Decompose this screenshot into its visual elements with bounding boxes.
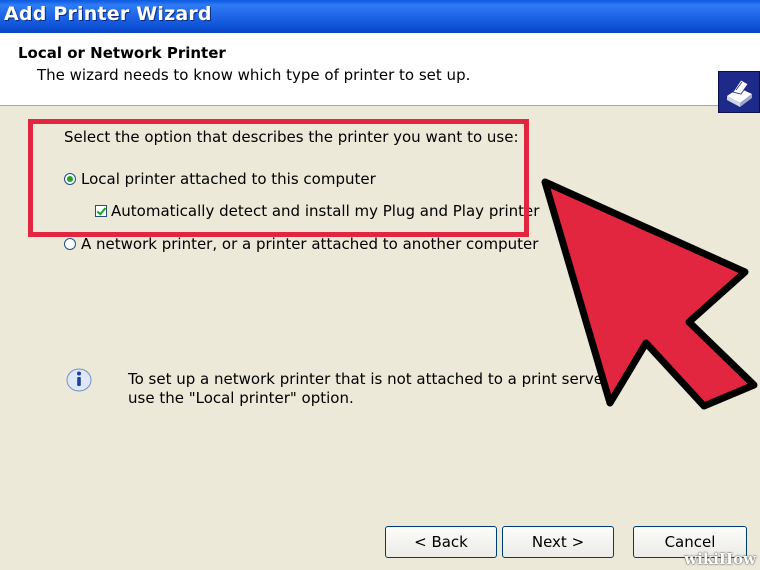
wizard-content: Select the option that describes the pri… bbox=[0, 106, 760, 570]
wikihow-watermark: wikiHow bbox=[684, 550, 756, 568]
info-line-2: use the "Local printer" option. bbox=[128, 389, 354, 407]
network-printer-radio[interactable] bbox=[64, 238, 76, 250]
back-button[interactable]: < Back bbox=[385, 526, 497, 558]
title-bar: Add Printer Wizard bbox=[0, 0, 760, 33]
header-title: Local or Network Printer bbox=[18, 44, 226, 62]
network-printer-option[interactable]: A network printer, or a printer attached… bbox=[64, 235, 538, 253]
window-title: Add Printer Wizard bbox=[4, 3, 212, 25]
info-line-1: To set up a network printer that is not … bbox=[128, 370, 614, 388]
wizard-header: Local or Network Printer The wizard need… bbox=[0, 33, 760, 113]
annotation-highlight-box bbox=[28, 119, 529, 237]
header-subtitle: The wizard needs to know which type of p… bbox=[37, 66, 471, 84]
network-printer-label: A network printer, or a printer attached… bbox=[81, 235, 539, 253]
info-icon bbox=[66, 366, 92, 392]
info-message: To set up a network printer that is not … bbox=[128, 370, 614, 408]
next-button[interactable]: Next > bbox=[502, 526, 614, 558]
